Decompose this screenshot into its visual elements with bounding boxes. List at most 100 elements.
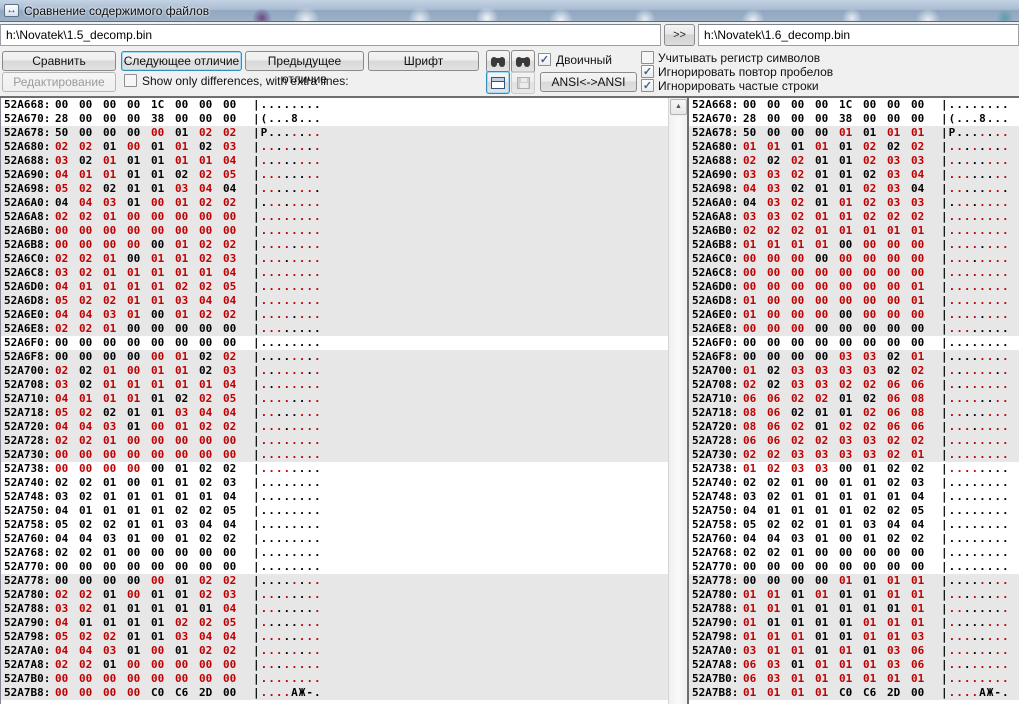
hex-row[interactable]: 52A7B0:0000000000000000|........ bbox=[1, 672, 668, 686]
split-view-button[interactable] bbox=[486, 71, 510, 94]
ansi-conversion-button[interactable]: ANSI<->ANSI bbox=[540, 72, 637, 92]
hex-row[interactable]: 52A678:5000000001010101|P....... bbox=[689, 126, 1019, 140]
hex-row[interactable]: 52A710:0401010101020205|........ bbox=[1, 392, 668, 406]
scrollbar-track[interactable] bbox=[671, 116, 686, 704]
hex-row[interactable]: 52A710:0606020201020608|........ bbox=[689, 392, 1019, 406]
hex-row[interactable]: 52A670:2800000038000000|(...8... bbox=[1, 112, 668, 126]
hex-row[interactable]: 52A6D0:0401010101020205|........ bbox=[1, 280, 668, 294]
hex-row[interactable]: 52A740:0202010001010203|........ bbox=[689, 476, 1019, 490]
previous-difference-button[interactable]: Предыдущее отличие bbox=[245, 51, 364, 71]
hex-row[interactable]: 52A770:0000000000000000|........ bbox=[1, 560, 668, 574]
hex-row[interactable]: 52A720:0806020102020606|........ bbox=[689, 420, 1019, 434]
hex-row[interactable]: 52A758:0502020101030404|........ bbox=[1, 518, 668, 532]
hex-row[interactable]: 52A690:0303020101020304|........ bbox=[689, 168, 1019, 182]
hex-row[interactable]: 52A6F0:0000000000000000|........ bbox=[1, 336, 668, 350]
next-difference-button[interactable]: Следующее отличие bbox=[121, 51, 242, 71]
hex-row[interactable]: 52A688:0302010101010104|........ bbox=[1, 154, 668, 168]
search-button[interactable] bbox=[486, 50, 510, 73]
hex-row[interactable]: 52A798:0101010101010103|........ bbox=[689, 630, 1019, 644]
hex-row[interactable]: 52A668:000000001C000000|........ bbox=[689, 98, 1019, 112]
hex-row[interactable]: 52A698:0403020101020304|........ bbox=[689, 182, 1019, 196]
hex-row[interactable]: 52A790:0401010101020205|........ bbox=[1, 616, 668, 630]
hex-row[interactable]: 52A790:0101010101010101|........ bbox=[689, 616, 1019, 630]
search-options-button[interactable]: ··· bbox=[511, 50, 535, 73]
hex-row[interactable]: 52A768:0202010000000000|........ bbox=[1, 546, 668, 560]
hex-row[interactable]: 52A6C0:0202010001010203|........ bbox=[1, 252, 668, 266]
hex-row[interactable]: 52A6F0:0000000000000000|........ bbox=[689, 336, 1019, 350]
left-file-path-input[interactable]: h:\Novatek\1.5_decomp.bin bbox=[0, 24, 661, 46]
hex-row[interactable]: 52A740:0202010001010203|........ bbox=[1, 476, 668, 490]
hex-row[interactable]: 52A708:0302010101010104|........ bbox=[1, 378, 668, 392]
hex-row[interactable]: 52A6C8:0302010101010104|........ bbox=[1, 266, 668, 280]
hex-row[interactable]: 52A6B8:0000000000010202|........ bbox=[1, 238, 668, 252]
hex-row[interactable]: 52A718:0502020101030404|........ bbox=[1, 406, 668, 420]
hex-panel-right[interactable]: 52A668:000000001C000000|........52A670:2… bbox=[689, 98, 1019, 704]
hex-row[interactable]: 52A6D8:0100000000000001|........ bbox=[689, 294, 1019, 308]
hex-row[interactable]: 52A760:0404030100010202|........ bbox=[1, 532, 668, 546]
hex-row[interactable]: 52A678:5000000000010202|P....... bbox=[1, 126, 668, 140]
hex-row[interactable]: 52A778:0000000000010202|........ bbox=[1, 574, 668, 588]
hex-row[interactable]: 52A6E0:0100000000000000|........ bbox=[689, 308, 1019, 322]
hex-row[interactable]: 52A7B8:01010101C0C62D00|....АЖ-. bbox=[689, 686, 1019, 700]
hex-row[interactable]: 52A760:0404030100010202|........ bbox=[689, 532, 1019, 546]
hex-row[interactable]: 52A728:0202010000000000|........ bbox=[1, 434, 668, 448]
font-button[interactable]: Шрифт bbox=[368, 51, 479, 71]
hex-row[interactable]: 52A738:0102030300010202|........ bbox=[689, 462, 1019, 476]
swap-files-button[interactable]: >> bbox=[664, 24, 695, 46]
hex-row[interactable]: 52A6A0:0403020101020303|........ bbox=[689, 196, 1019, 210]
hex-row[interactable]: 52A768:0202010000000000|........ bbox=[689, 546, 1019, 560]
hex-panel-left[interactable]: 52A668:000000001C000000|........52A670:2… bbox=[0, 98, 668, 704]
hex-row[interactable]: 52A758:0502020101030404|........ bbox=[689, 518, 1019, 532]
hex-row[interactable]: 52A7B0:0603010101010101|........ bbox=[689, 672, 1019, 686]
hex-row[interactable]: 52A750:0401010101020205|........ bbox=[1, 504, 668, 518]
hex-row[interactable]: 52A6E8:0202010000000000|........ bbox=[1, 322, 668, 336]
hex-row[interactable]: 52A708:0202030302020606|........ bbox=[689, 378, 1019, 392]
hex-row[interactable]: 52A6E0:0404030100010202|........ bbox=[1, 308, 668, 322]
hex-row[interactable]: 52A6F8:0000000000010202|........ bbox=[1, 350, 668, 364]
match-case-checkbox[interactable] bbox=[641, 51, 654, 64]
hex-row[interactable]: 52A6D8:0502020101030404|........ bbox=[1, 294, 668, 308]
hex-row[interactable]: 52A680:0101010101020202|........ bbox=[689, 140, 1019, 154]
hex-row[interactable]: 52A6B8:0101010100000000|........ bbox=[689, 238, 1019, 252]
hex-row[interactable]: 52A6A8:0202010000000000|........ bbox=[1, 210, 668, 224]
hex-row[interactable]: 52A6B0:0000000000000000|........ bbox=[1, 224, 668, 238]
hex-row[interactable]: 52A6B0:0202020101010101|........ bbox=[689, 224, 1019, 238]
ignore-repeated-spaces-checkbox[interactable]: ✓ bbox=[641, 65, 654, 78]
hex-row[interactable]: 52A788:0302010101010104|........ bbox=[1, 602, 668, 616]
scroll-up-arrow-icon[interactable]: ▲ bbox=[670, 99, 687, 115]
hex-row[interactable]: 52A748:0302010101010104|........ bbox=[689, 490, 1019, 504]
hex-row[interactable]: 52A670:2800000038000000|(...8... bbox=[689, 112, 1019, 126]
hex-row[interactable]: 52A750:0401010101020205|........ bbox=[689, 504, 1019, 518]
compare-button[interactable]: Сравнить bbox=[2, 51, 116, 71]
hex-row[interactable]: 52A698:0502020101030404|........ bbox=[1, 182, 668, 196]
binary-checkbox[interactable]: ✓ bbox=[538, 53, 551, 66]
hex-row[interactable]: 52A798:0502020101030404|........ bbox=[1, 630, 668, 644]
show-only-differences-checkbox[interactable] bbox=[124, 74, 137, 87]
hex-row[interactable]: 52A780:0202010001010203|........ bbox=[1, 588, 668, 602]
hex-row[interactable]: 52A718:0806020101020608|........ bbox=[689, 406, 1019, 420]
left-panel-scrollbar[interactable]: ▲ bbox=[668, 98, 687, 704]
hex-row[interactable]: 52A738:0000000000010202|........ bbox=[1, 462, 668, 476]
hex-row[interactable]: 52A6C0:0000000000000000|........ bbox=[689, 252, 1019, 266]
hex-row[interactable]: 52A688:0202020101020303|........ bbox=[689, 154, 1019, 168]
hex-row[interactable]: 52A6A0:0404030100010202|........ bbox=[1, 196, 668, 210]
hex-row[interactable]: 52A720:0404030100010202|........ bbox=[1, 420, 668, 434]
hex-row[interactable]: 52A778:0000000001010101|........ bbox=[689, 574, 1019, 588]
hex-row[interactable]: 52A700:0102030303030202|........ bbox=[689, 364, 1019, 378]
hex-row[interactable]: 52A780:0101010101010101|........ bbox=[689, 588, 1019, 602]
hex-row[interactable]: 52A788:0101010101010101|........ bbox=[689, 602, 1019, 616]
hex-row[interactable]: 52A6A8:0303020101020202|........ bbox=[689, 210, 1019, 224]
hex-row[interactable]: 52A6C8:0000000000000000|........ bbox=[689, 266, 1019, 280]
hex-row[interactable]: 52A7B8:00000000C0C62D00|....АЖ-. bbox=[1, 686, 668, 700]
hex-row[interactable]: 52A728:0606020203030202|........ bbox=[689, 434, 1019, 448]
hex-row[interactable]: 52A748:0302010101010104|........ bbox=[1, 490, 668, 504]
hex-row[interactable]: 52A7A8:0603010101010306|........ bbox=[689, 658, 1019, 672]
hex-row[interactable]: 52A690:0401010101020205|........ bbox=[1, 168, 668, 182]
hex-row[interactable]: 52A680:0202010001010203|........ bbox=[1, 140, 668, 154]
hex-row[interactable]: 52A6E8:0000000000000000|........ bbox=[689, 322, 1019, 336]
ignore-frequent-lines-checkbox[interactable]: ✓ bbox=[641, 79, 654, 92]
hex-row[interactable]: 52A7A0:0404030100010202|........ bbox=[1, 644, 668, 658]
hex-row[interactable]: 52A700:0202010001010203|........ bbox=[1, 364, 668, 378]
hex-row[interactable]: 52A730:0000000000000000|........ bbox=[1, 448, 668, 462]
hex-row[interactable]: 52A730:0202030303030201|........ bbox=[689, 448, 1019, 462]
